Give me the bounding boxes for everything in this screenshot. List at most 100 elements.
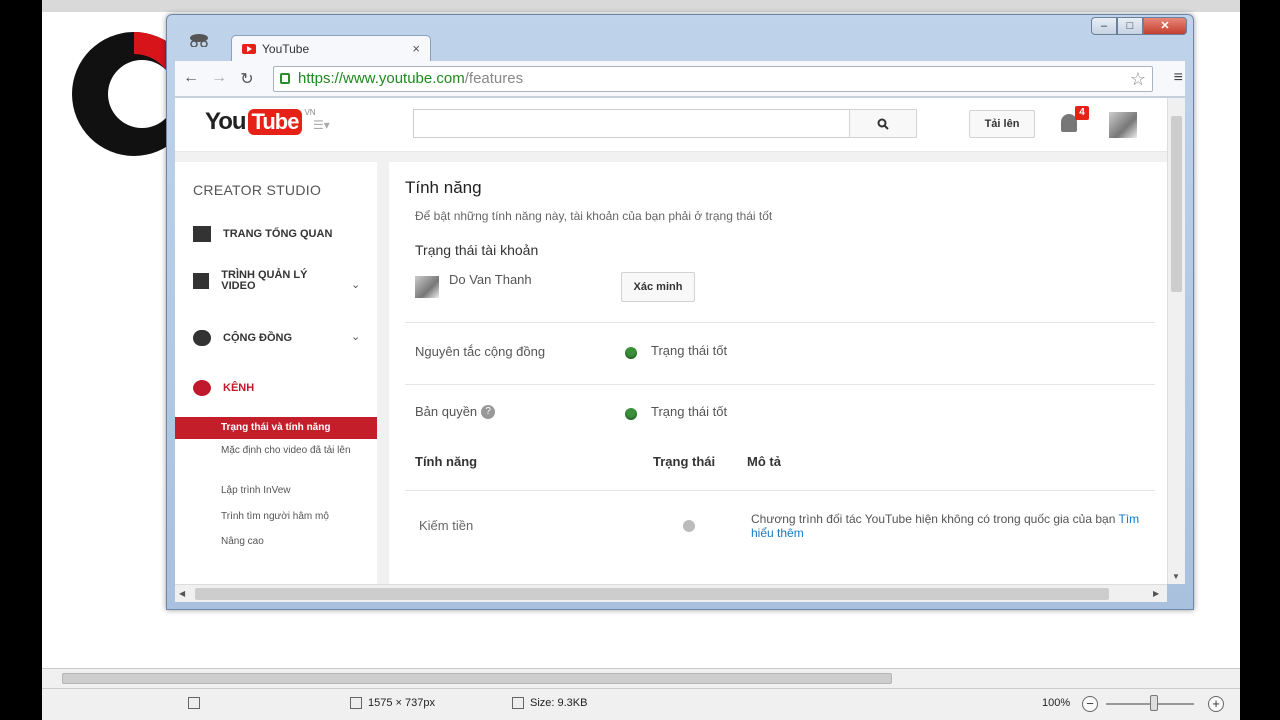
sidebar-item-channel[interactable]: KÊNH bbox=[193, 380, 254, 396]
dimensions-text: 1575 × 737px bbox=[368, 697, 435, 709]
search-input[interactable] bbox=[413, 109, 851, 138]
window-controls: – □ ✕ bbox=[1091, 17, 1187, 35]
logo-you-text: You bbox=[205, 108, 247, 135]
file-size: Size: 9.3KB bbox=[512, 697, 587, 709]
row-label-text: Bản quyền bbox=[415, 404, 478, 419]
sidebar-subitem-upload-defaults[interactable]: Mặc định cho video đã tải lên bbox=[221, 444, 361, 457]
tab-title: YouTube bbox=[262, 41, 310, 56]
minimize-button[interactable]: – bbox=[1091, 17, 1117, 35]
table-header-status: Trạng thái bbox=[653, 454, 716, 469]
maximize-button[interactable]: □ bbox=[1117, 17, 1143, 35]
sidebar-item-dashboard[interactable]: TRANG TỔNG QUAN bbox=[193, 226, 332, 242]
channel-account-icon bbox=[193, 380, 211, 396]
page-title: Tính năng bbox=[405, 178, 482, 197]
page-description: Để bật những tính năng này, tài khoản củ… bbox=[415, 209, 773, 223]
sidebar-subitem-advanced[interactable]: Nâng cao bbox=[221, 535, 361, 548]
web-page: You Tube VN ☰▾ Tải lên 4 CREATOR STUDIO … bbox=[175, 98, 1185, 584]
browser-toolbar: ← → ↻ https://www.youtube.com/features ☆… bbox=[175, 61, 1185, 97]
zoom-level: 100% bbox=[1042, 697, 1071, 709]
account-name: Do Van Thanh bbox=[449, 272, 532, 287]
row-label-text: Nguyên tắc cộng đồng bbox=[415, 344, 546, 359]
sidebar-item-community[interactable]: CỘNG ĐỒNG bbox=[193, 330, 292, 346]
viewer-status-bar: 1575 × 737px Size: 9.3KB 100% − + bbox=[42, 688, 1240, 720]
youtube-favicon-icon bbox=[242, 43, 256, 54]
sidebar-item-video-manager[interactable]: TRÌNH QUẢN LÝ VIDEO bbox=[193, 270, 333, 292]
search-icon bbox=[877, 118, 889, 131]
scrollbar-thumb[interactable] bbox=[62, 673, 892, 684]
divider bbox=[405, 490, 1155, 491]
upload-button[interactable]: Tải lên bbox=[969, 110, 1035, 138]
sidebar-subitem-fan-finder[interactable]: Trình tìm người hâm mộ bbox=[221, 510, 361, 523]
row-status-text: Trạng thái tốt bbox=[651, 404, 728, 419]
scroll-left-arrow-icon[interactable]: ◀ bbox=[179, 589, 185, 598]
logo-country: VN bbox=[304, 108, 316, 117]
image-viewer-window: – □ ✕ YouTube × ← → ↻ https://www.youtub… bbox=[42, 0, 1240, 720]
notification-count-badge: 4 bbox=[1075, 106, 1089, 120]
chevron-down-icon[interactable]: ⌄ bbox=[351, 330, 360, 343]
creator-studio-title[interactable]: CREATOR STUDIO bbox=[193, 182, 321, 198]
community-guidelines-label: Nguyên tắc cộng đồng bbox=[415, 344, 545, 359]
logo-tube-text: Tube bbox=[247, 109, 303, 135]
zoom-slider-thumb[interactable] bbox=[1150, 695, 1158, 711]
url-path: /features bbox=[464, 70, 524, 87]
url-host: https://www.youtube.com bbox=[298, 70, 465, 87]
sidebar-item-label: TRANG TỔNG QUAN bbox=[223, 228, 333, 240]
sidebar-subitem-status-features[interactable]: Trạng thái và tính năng bbox=[175, 417, 377, 439]
divider bbox=[405, 384, 1155, 385]
dimensions-icon bbox=[350, 697, 362, 709]
scroll-right-arrow-icon[interactable]: ▶ bbox=[1153, 589, 1159, 598]
copyright-label: Bản quyền ? bbox=[415, 404, 496, 419]
chevron-down-icon[interactable]: ⌄ bbox=[351, 278, 360, 291]
account-avatar-small bbox=[415, 276, 439, 298]
lock-icon bbox=[280, 73, 290, 84]
scroll-down-arrow-icon[interactable]: ▼ bbox=[1172, 572, 1180, 581]
sidebar-subitem-invideo[interactable]: Lập trình InVew bbox=[221, 484, 361, 497]
search-button[interactable] bbox=[849, 109, 917, 138]
reload-icon[interactable]: ↻ bbox=[237, 69, 257, 89]
viewer-title-bar bbox=[42, 0, 1240, 12]
page-vertical-scrollbar[interactable]: ▼ bbox=[1167, 98, 1185, 584]
fit-view-icon[interactable] bbox=[188, 697, 200, 709]
youtube-header: You Tube VN ☰▾ Tải lên 4 bbox=[175, 98, 1167, 152]
row-status-text: Trạng thái tốt bbox=[651, 343, 728, 358]
close-window-button[interactable]: ✕ bbox=[1143, 17, 1187, 35]
browser-menu-icon[interactable]: ≡ bbox=[1174, 69, 1183, 87]
scrollbar-thumb[interactable] bbox=[195, 588, 1109, 600]
account-status-heading: Trạng thái tài khoản bbox=[415, 242, 539, 258]
table-header-description: Mô tả bbox=[747, 454, 781, 469]
zoom-out-button[interactable]: − bbox=[1082, 696, 1098, 712]
file-size-text: Size: 9.3KB bbox=[530, 697, 588, 709]
address-bar[interactable]: https://www.youtube.com/features ☆ bbox=[273, 66, 1153, 92]
divider bbox=[405, 322, 1155, 323]
scrollbar-thumb[interactable] bbox=[1171, 116, 1182, 292]
status-good-dot bbox=[625, 408, 637, 420]
features-panel: Tính năng Để bật những tính năng này, tà… bbox=[389, 162, 1167, 584]
sidebar-item-label: CỘNG ĐỒNG bbox=[223, 332, 293, 344]
sidebar-item-label: KÊNH bbox=[223, 382, 255, 394]
status-unavailable-dot bbox=[683, 520, 695, 532]
status-good-dot bbox=[625, 347, 637, 359]
creator-studio-sidebar: CREATOR STUDIO TRANG TỔNG QUAN TRÌNH QUẢ… bbox=[175, 162, 377, 584]
community-icon bbox=[193, 330, 211, 346]
monetization-description: Chương trình đối tác YouTube hiện không … bbox=[751, 512, 1151, 540]
forward-arrow-icon[interactable]: → bbox=[209, 69, 229, 87]
verify-button[interactable]: Xác minh bbox=[621, 272, 695, 302]
bookmark-star-icon[interactable]: ☆ bbox=[1130, 67, 1146, 91]
image-dimensions: 1575 × 737px bbox=[350, 697, 435, 709]
monetization-label: Kiếm tiền bbox=[419, 518, 474, 533]
table-header-feature: Tính năng bbox=[415, 454, 478, 469]
help-icon[interactable]: ? bbox=[481, 404, 496, 419]
back-arrow-icon[interactable]: ← bbox=[181, 69, 201, 87]
browser-tab[interactable]: YouTube × bbox=[231, 35, 431, 61]
video-manager-icon bbox=[193, 273, 210, 289]
tab-close-icon[interactable]: × bbox=[412, 41, 420, 56]
sidebar-item-label: TRÌNH QUẢN LÝ VIDEO bbox=[221, 269, 308, 292]
page-horizontal-scrollbar[interactable]: ◀ ▶ bbox=[175, 584, 1167, 602]
viewer-horizontal-scrollbar[interactable] bbox=[42, 668, 1240, 688]
dashboard-icon bbox=[193, 226, 211, 242]
youtube-logo[interactable]: You Tube VN bbox=[205, 108, 316, 136]
account-avatar[interactable] bbox=[1109, 112, 1137, 138]
guide-menu-icon[interactable]: ☰▾ bbox=[313, 118, 330, 132]
zoom-in-button[interactable]: + bbox=[1208, 696, 1224, 712]
browser-window: – □ ✕ YouTube × ← → ↻ https://www.youtub… bbox=[166, 14, 1194, 610]
